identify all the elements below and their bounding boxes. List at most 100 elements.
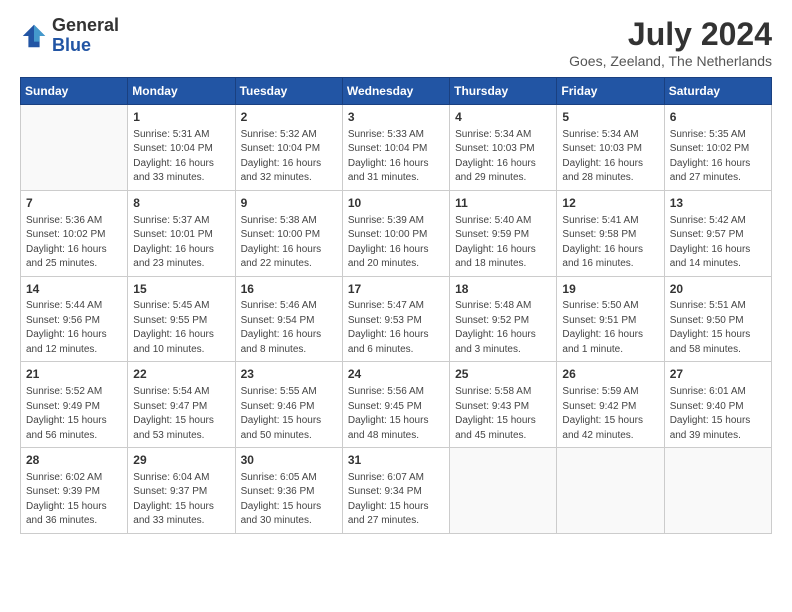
- calendar-cell: 29 Sunrise: 6:04 AMSunset: 9:37 PMDayligh…: [128, 448, 235, 534]
- logo-general-text: General: [52, 16, 119, 36]
- day-number: 27: [670, 366, 766, 383]
- day-info: Sunrise: 5:55 AMSunset: 9:46 PMDaylight:…: [241, 385, 337, 443]
- day-info: Sunrise: 6:04 AMSunset: 9:37 PMDaylight:…: [133, 471, 229, 529]
- day-info: Sunrise: 6:02 AMSunset: 9:39 PMDaylight:…: [26, 471, 122, 529]
- week-row-3: 21 Sunrise: 5:52 AMSunset: 9:49 PMDayligh…: [21, 362, 772, 448]
- calendar-cell: 18Sunrise: 5:48 AMSunset: 9:52 PMDayligh…: [450, 276, 557, 362]
- calendar-cell: 1Sunrise: 5:31 AMSunset: 10:04 PMDayligh…: [128, 105, 235, 191]
- calendar-cell: 19Sunrise: 5:50 AMSunset: 9:51 PMDayligh…: [557, 276, 664, 362]
- day-info: Sunrise: 5:40 AMSunset: 9:59 PMDaylight:…: [455, 214, 551, 272]
- day-info: Sunrise: 5:41 AMSunset: 9:58 PMDaylight:…: [562, 214, 658, 272]
- logo-blue-text: Blue: [52, 36, 119, 56]
- week-row-4: 28 Sunrise: 6:02 AMSunset: 9:39 PMDayligh…: [21, 448, 772, 534]
- header-day-friday: Friday: [557, 78, 664, 105]
- day-number: 23: [241, 366, 337, 383]
- day-number: 3: [348, 109, 444, 126]
- header-day-thursday: Thursday: [450, 78, 557, 105]
- logo: General Blue: [20, 16, 119, 56]
- calendar-header: SundayMondayTuesdayWednesdayThursdayFrid…: [21, 78, 772, 105]
- day-info: Sunrise: 5:38 AMSunset: 10:00 PMDaylight…: [241, 214, 337, 272]
- calendar-cell: 22 Sunrise: 5:54 AMSunset: 9:47 PMDayligh…: [128, 362, 235, 448]
- week-row-0: 1Sunrise: 5:31 AMSunset: 10:04 PMDayligh…: [21, 105, 772, 191]
- day-info: Sunrise: 5:50 AMSunset: 9:51 PMDaylight:…: [562, 299, 658, 357]
- day-number: 7: [26, 195, 122, 212]
- page-header: General Blue July 2024 Goes, Zeeland, Th…: [20, 16, 772, 69]
- calendar-cell: 5 Sunrise: 5:34 AMSunset: 10:03 PMDayligh…: [557, 105, 664, 191]
- calendar-cell: 11 Sunrise: 5:40 AMSunset: 9:59 PMDayligh…: [450, 190, 557, 276]
- calendar-cell: 25Sunrise: 5:58 AMSunset: 9:43 PMDayligh…: [450, 362, 557, 448]
- calendar-cell: 17Sunrise: 5:47 AMSunset: 9:53 PMDayligh…: [342, 276, 449, 362]
- day-number: 11: [455, 195, 551, 212]
- header-row: SundayMondayTuesdayWednesdayThursdayFrid…: [21, 78, 772, 105]
- day-number: 28: [26, 452, 122, 469]
- header-day-saturday: Saturday: [664, 78, 771, 105]
- day-number: 15: [133, 281, 229, 298]
- day-number: 16: [241, 281, 337, 298]
- calendar-cell: 26Sunrise: 5:59 AMSunset: 9:42 PMDayligh…: [557, 362, 664, 448]
- day-number: 13: [670, 195, 766, 212]
- day-info: Sunrise: 5:37 AMSunset: 10:01 PMDaylight…: [133, 214, 229, 272]
- location-text: Goes, Zeeland, The Netherlands: [569, 53, 772, 69]
- week-row-2: 14Sunrise: 5:44 AMSunset: 9:56 PMDayligh…: [21, 276, 772, 362]
- calendar-cell: 14Sunrise: 5:44 AMSunset: 9:56 PMDayligh…: [21, 276, 128, 362]
- day-info: Sunrise: 5:46 AMSunset: 9:54 PMDaylight:…: [241, 299, 337, 357]
- day-info: Sunrise: 5:47 AMSunset: 9:53 PMDaylight:…: [348, 299, 444, 357]
- calendar-cell: 13 Sunrise: 5:42 AMSunset: 9:57 PMDayligh…: [664, 190, 771, 276]
- day-number: 22: [133, 366, 229, 383]
- header-day-monday: Monday: [128, 78, 235, 105]
- calendar-cell: 12Sunrise: 5:41 AMSunset: 9:58 PMDayligh…: [557, 190, 664, 276]
- title-block: July 2024 Goes, Zeeland, The Netherlands: [569, 16, 772, 69]
- day-number: 26: [562, 366, 658, 383]
- calendar-cell: 9Sunrise: 5:38 AMSunset: 10:00 PMDayligh…: [235, 190, 342, 276]
- day-info: Sunrise: 5:45 AMSunset: 9:55 PMDaylight:…: [133, 299, 229, 357]
- day-number: 14: [26, 281, 122, 298]
- day-info: Sunrise: 5:42 AMSunset: 9:57 PMDaylight:…: [670, 214, 766, 272]
- calendar-cell: 30Sunrise: 6:05 AMSunset: 9:36 PMDayligh…: [235, 448, 342, 534]
- day-number: 2: [241, 109, 337, 126]
- calendar-cell: 23 Sunrise: 5:55 AMSunset: 9:46 PMDayligh…: [235, 362, 342, 448]
- day-info: Sunrise: 5:54 AMSunset: 9:47 PMDaylight:…: [133, 385, 229, 443]
- day-info: Sunrise: 5:35 AMSunset: 10:02 PMDaylight…: [670, 128, 766, 186]
- calendar-cell: 31 Sunrise: 6:07 AMSunset: 9:34 PMDayligh…: [342, 448, 449, 534]
- calendar-cell: 16Sunrise: 5:46 AMSunset: 9:54 PMDayligh…: [235, 276, 342, 362]
- header-day-sunday: Sunday: [21, 78, 128, 105]
- day-info: Sunrise: 6:07 AMSunset: 9:34 PMDaylight:…: [348, 471, 444, 529]
- logo-icon: [20, 22, 48, 50]
- calendar-cell: [450, 448, 557, 534]
- day-info: Sunrise: 5:39 AMSunset: 10:00 PMDaylight…: [348, 214, 444, 272]
- day-number: 6: [670, 109, 766, 126]
- day-number: 24: [348, 366, 444, 383]
- day-number: 31: [348, 452, 444, 469]
- day-info: Sunrise: 5:34 AMSunset: 10:03 PMDaylight…: [562, 128, 658, 186]
- day-number: 18: [455, 281, 551, 298]
- day-number: 29: [133, 452, 229, 469]
- day-info: Sunrise: 5:48 AMSunset: 9:52 PMDaylight:…: [455, 299, 551, 357]
- calendar-cell: [21, 105, 128, 191]
- calendar-cell: 2 Sunrise: 5:32 AMSunset: 10:04 PMDayligh…: [235, 105, 342, 191]
- calendar-cell: [664, 448, 771, 534]
- week-row-1: 7Sunrise: 5:36 AMSunset: 10:02 PMDayligh…: [21, 190, 772, 276]
- day-info: Sunrise: 5:32 AMSunset: 10:04 PMDaylight…: [241, 128, 337, 186]
- day-number: 30: [241, 452, 337, 469]
- calendar-cell: 21 Sunrise: 5:52 AMSunset: 9:49 PMDayligh…: [21, 362, 128, 448]
- calendar-cell: 8Sunrise: 5:37 AMSunset: 10:01 PMDayligh…: [128, 190, 235, 276]
- day-number: 20: [670, 281, 766, 298]
- day-number: 1: [133, 109, 229, 126]
- day-info: Sunrise: 5:44 AMSunset: 9:56 PMDaylight:…: [26, 299, 122, 357]
- day-number: 10: [348, 195, 444, 212]
- calendar-cell: [557, 448, 664, 534]
- calendar-cell: 28 Sunrise: 6:02 AMSunset: 9:39 PMDayligh…: [21, 448, 128, 534]
- day-info: Sunrise: 5:56 AMSunset: 9:45 PMDaylight:…: [348, 385, 444, 443]
- day-number: 21: [26, 366, 122, 383]
- header-day-wednesday: Wednesday: [342, 78, 449, 105]
- day-number: 5: [562, 109, 658, 126]
- calendar-cell: 7Sunrise: 5:36 AMSunset: 10:02 PMDayligh…: [21, 190, 128, 276]
- day-info: Sunrise: 5:33 AMSunset: 10:04 PMDaylight…: [348, 128, 444, 186]
- header-day-tuesday: Tuesday: [235, 78, 342, 105]
- day-info: Sunrise: 5:34 AMSunset: 10:03 PMDaylight…: [455, 128, 551, 186]
- calendar-table: SundayMondayTuesdayWednesdayThursdayFrid…: [20, 77, 772, 534]
- calendar-body: 1Sunrise: 5:31 AMSunset: 10:04 PMDayligh…: [21, 105, 772, 534]
- calendar-cell: 24 Sunrise: 5:56 AMSunset: 9:45 PMDayligh…: [342, 362, 449, 448]
- day-info: Sunrise: 5:52 AMSunset: 9:49 PMDaylight:…: [26, 385, 122, 443]
- month-year-title: July 2024: [569, 16, 772, 53]
